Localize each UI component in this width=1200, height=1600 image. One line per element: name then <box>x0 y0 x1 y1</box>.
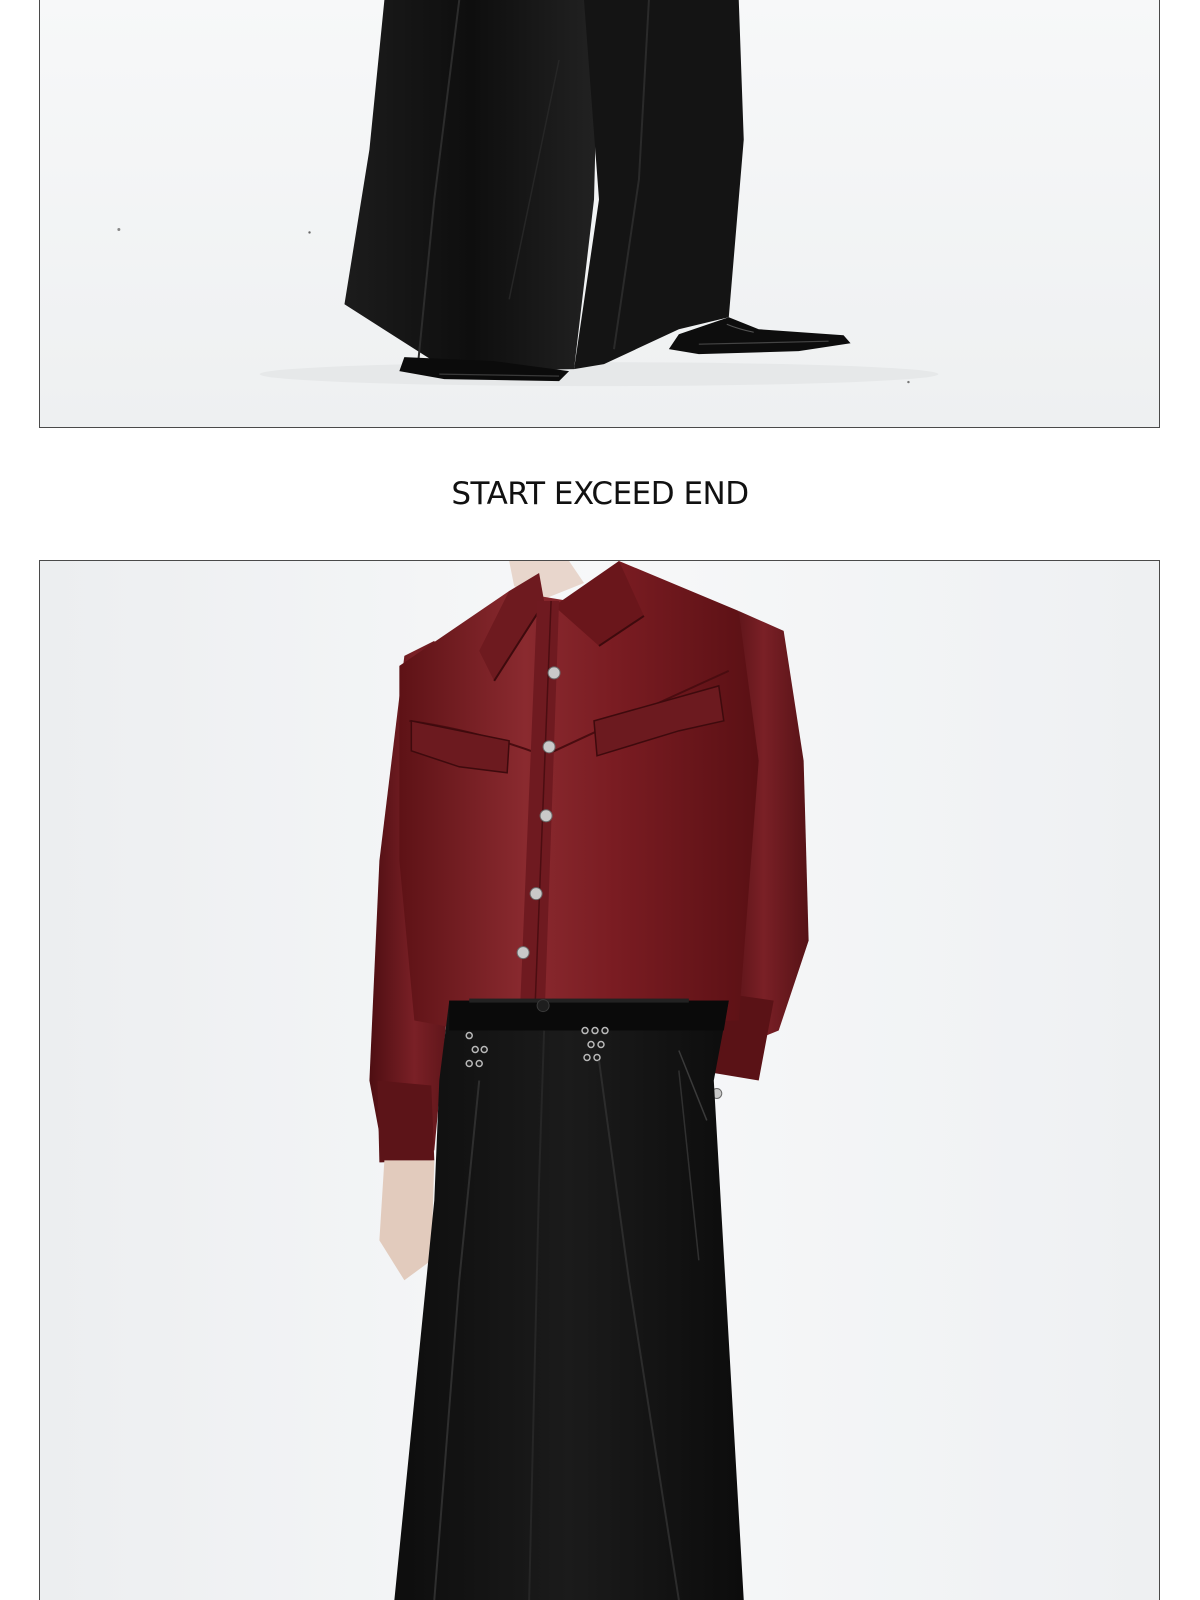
product-photo-trousers-and-shoes <box>39 0 1160 428</box>
brand-title: START EXCEED END <box>451 476 749 512</box>
shirt-illustration <box>40 561 1159 1600</box>
trousers-illustration <box>40 0 1159 427</box>
product-photo-burgundy-shirt <box>39 560 1160 1600</box>
